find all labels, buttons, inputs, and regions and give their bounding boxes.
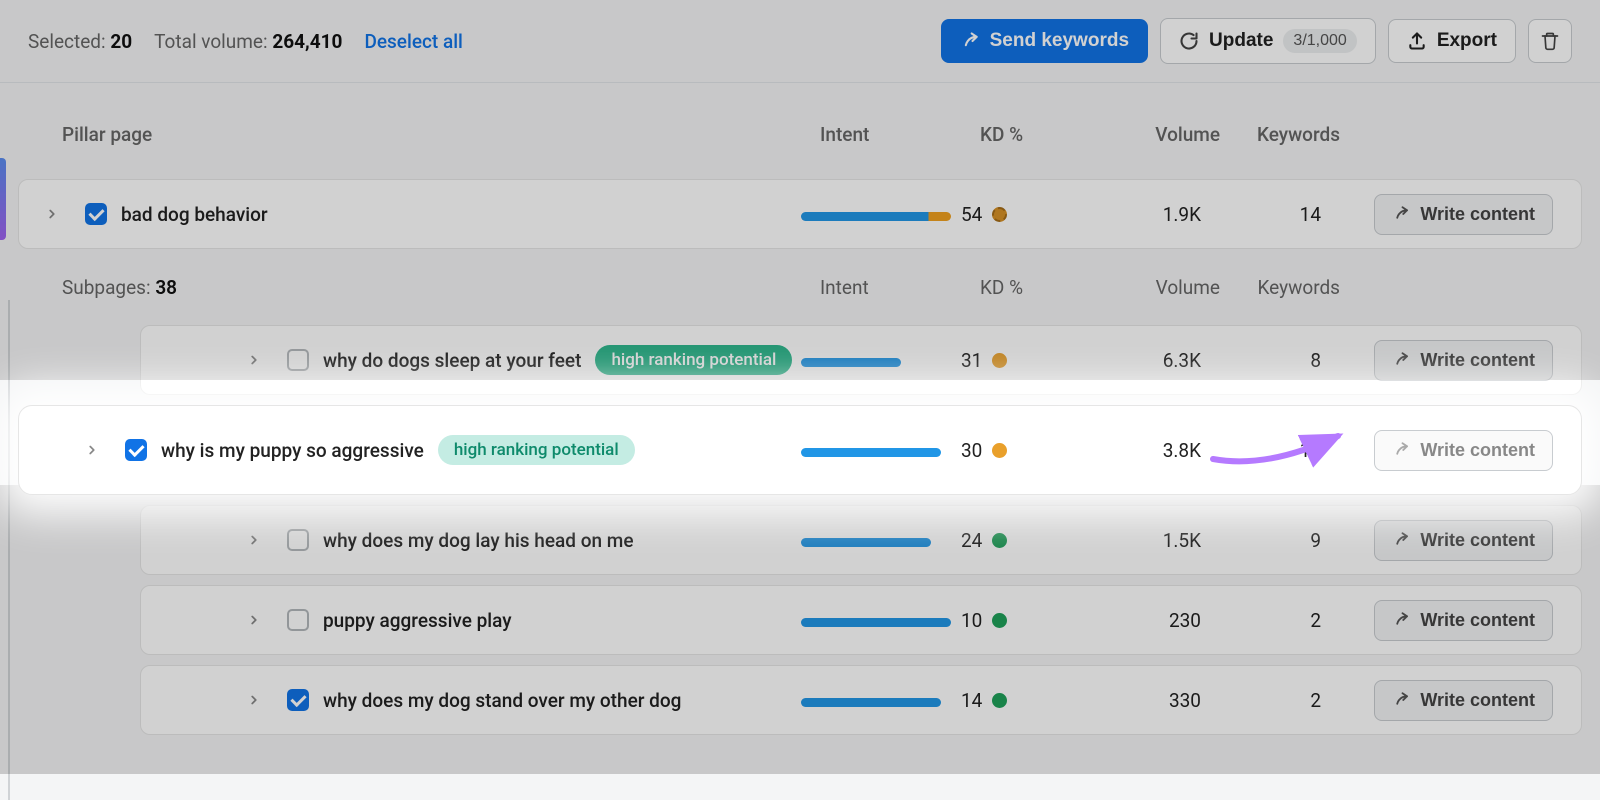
keywords-count: 18 <box>1201 439 1321 462</box>
kd-value: 10 <box>961 609 982 632</box>
write-content-button[interactable]: Write content <box>1374 340 1553 381</box>
table-row[interactable]: why does my dog lay his head on me 24 1.… <box>140 505 1582 575</box>
write-content-button[interactable]: Write content <box>1374 680 1553 721</box>
intent-bar <box>801 212 951 221</box>
update-quota-badge: 3/1,000 <box>1283 29 1356 53</box>
volume-value: 3.8K <box>1071 439 1201 462</box>
intent-bar <box>801 618 951 627</box>
row-checkbox[interactable] <box>287 609 309 631</box>
kd-indicator-icon <box>992 353 1007 368</box>
keywords-count: 8 <box>1201 349 1321 372</box>
expand-icon[interactable] <box>247 353 267 367</box>
kd-indicator-icon <box>992 613 1007 628</box>
arrow-icon <box>1392 351 1410 369</box>
volume-value: 6.3K <box>1071 349 1201 372</box>
row-title: why does my dog stand over my other dog <box>323 689 681 712</box>
row-title: why do dogs sleep at your feet <box>323 349 581 372</box>
kd-indicator-icon <box>992 693 1007 708</box>
header-keywords: Keywords <box>1220 123 1340 146</box>
header-intent: Intent <box>820 123 980 146</box>
expand-icon[interactable] <box>85 443 105 457</box>
write-content-button[interactable]: Write content <box>1374 520 1553 561</box>
send-arrow-icon <box>960 31 980 51</box>
deselect-all-link[interactable]: Deselect all <box>364 30 462 53</box>
expand-icon[interactable] <box>247 613 267 627</box>
table-row[interactable]: why do dogs sleep at your feet high rank… <box>140 325 1582 395</box>
volume-value: 1.9K <box>1071 203 1201 226</box>
kd-value: 30 <box>961 439 982 462</box>
pillar-row[interactable]: bad dog behavior 54 1.9K 14 Write conten… <box>18 179 1582 249</box>
pillar-title: bad dog behavior <box>121 203 268 226</box>
header-kd: KD % <box>980 123 1090 146</box>
kd-value: 14 <box>961 689 982 712</box>
row-checkbox[interactable] <box>125 439 147 461</box>
row-title: why does my dog lay his head on me <box>323 529 634 552</box>
intent-bar <box>801 698 941 707</box>
write-content-button[interactable]: Write content <box>1374 194 1553 235</box>
arrow-icon <box>1392 205 1410 223</box>
write-content-button[interactable]: Write content <box>1374 600 1553 641</box>
keywords-count: 14 <box>1201 203 1321 226</box>
send-keywords-button[interactable]: Send keywords <box>941 19 1148 63</box>
intent-bar <box>801 538 931 547</box>
row-checkbox[interactable] <box>85 203 107 225</box>
expand-icon[interactable] <box>247 693 267 707</box>
kd-indicator-icon <box>992 443 1007 458</box>
delete-button[interactable] <box>1528 19 1572 63</box>
row-checkbox[interactable] <box>287 349 309 371</box>
update-button[interactable]: Update 3/1,000 <box>1160 18 1376 64</box>
kd-value: 24 <box>961 529 982 552</box>
table-row[interactable]: why does my dog stand over my other dog … <box>140 665 1582 735</box>
keywords-count: 9 <box>1201 529 1321 552</box>
table-row[interactable]: puppy aggressive play 10 230 2 Write con… <box>140 585 1582 655</box>
row-title: why is my puppy so aggressive <box>161 439 424 462</box>
volume-value: 1.5K <box>1071 529 1201 552</box>
arrow-icon <box>1392 441 1410 459</box>
trash-icon <box>1540 31 1560 51</box>
kd-indicator-icon <box>992 207 1007 222</box>
kd-value: 54 <box>961 203 982 226</box>
arrow-icon <box>1392 611 1410 629</box>
selected-count: Selected: 20 <box>28 30 132 53</box>
export-button[interactable]: Export <box>1388 19 1516 63</box>
refresh-icon <box>1179 31 1199 51</box>
write-content-button[interactable]: Write content <box>1374 430 1553 471</box>
expand-icon[interactable] <box>45 207 65 221</box>
ranking-potential-badge: high ranking potential <box>595 345 792 375</box>
volume-value: 330 <box>1071 689 1201 712</box>
keywords-count: 2 <box>1201 609 1321 632</box>
intent-bar <box>801 358 901 367</box>
ranking-potential-badge: high ranking potential <box>438 435 635 465</box>
table-row[interactable]: why is my puppy so aggressive high ranki… <box>18 405 1582 495</box>
total-volume: Total volume: 264,410 <box>154 30 342 53</box>
top-toolbar: Selected: 20 Total volume: 264,410 Desel… <box>0 0 1600 83</box>
column-headers: Pillar page Intent KD % Volume Keywords <box>0 99 1600 169</box>
arrow-icon <box>1392 531 1410 549</box>
header-title: Pillar page <box>62 123 152 146</box>
keywords-count: 2 <box>1201 689 1321 712</box>
row-checkbox[interactable] <box>287 529 309 551</box>
expand-icon[interactable] <box>247 533 267 547</box>
subpages-header: Subpages: 38 Intent KD % Volume Keywords <box>0 259 1600 315</box>
intent-bar <box>801 448 941 457</box>
row-checkbox[interactable] <box>287 689 309 711</box>
header-volume: Volume <box>1090 123 1220 146</box>
volume-value: 230 <box>1071 609 1201 632</box>
arrow-icon <box>1392 691 1410 709</box>
export-icon <box>1407 31 1427 51</box>
kd-indicator-icon <box>992 533 1007 548</box>
kd-value: 31 <box>961 349 982 372</box>
row-title: puppy aggressive play <box>323 609 512 632</box>
